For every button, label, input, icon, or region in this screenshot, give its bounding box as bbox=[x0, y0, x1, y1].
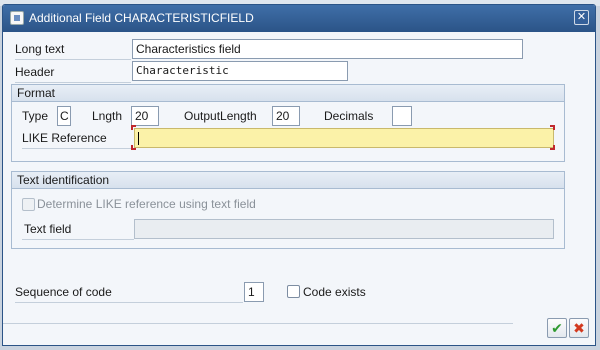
required-marker bbox=[550, 125, 555, 130]
decimals-input[interactable] bbox=[392, 106, 412, 126]
type-input[interactable]: C bbox=[57, 106, 71, 126]
determine-like-label: Determine LIKE reference using text fiel… bbox=[37, 197, 256, 211]
checkmark-icon[interactable]: ✔ bbox=[547, 318, 567, 338]
determine-like-checkbox[interactable] bbox=[22, 198, 35, 211]
header-label: Header bbox=[15, 65, 55, 79]
like-reference-input[interactable] bbox=[134, 128, 554, 148]
footer-separator bbox=[3, 323, 513, 324]
text-identification-group: Text identification Determine LIKE refer… bbox=[11, 171, 565, 249]
type-label: Type bbox=[22, 109, 49, 123]
text-identification-header: Text identification bbox=[12, 172, 564, 189]
text-identification-title: Text identification bbox=[17, 173, 110, 187]
additional-field-dialog: Additional Field CHARACTERISTICFIELD ✕ L… bbox=[2, 4, 596, 346]
like-reference-underline bbox=[22, 148, 134, 149]
code-exists-label: Code exists bbox=[303, 285, 366, 299]
decimals-label: Decimals bbox=[324, 109, 374, 123]
text-field-label: Text field bbox=[24, 222, 72, 236]
long-text-underline bbox=[15, 59, 131, 60]
header-underline bbox=[15, 82, 131, 83]
window-icon bbox=[10, 11, 24, 25]
length-input[interactable]: 20 bbox=[131, 106, 159, 126]
required-marker bbox=[131, 125, 136, 130]
text-field-input[interactable] bbox=[134, 219, 554, 239]
output-length-label: OutputLength bbox=[184, 109, 257, 123]
output-length-input[interactable]: 20 bbox=[272, 106, 300, 126]
dialog-title: Additional Field CHARACTERISTICFIELD bbox=[29, 11, 254, 25]
length-label: Lngth bbox=[92, 109, 123, 123]
long-text-label: Long text bbox=[15, 42, 65, 56]
format-group-title: Format bbox=[17, 86, 56, 100]
header-input[interactable]: Characteristic bbox=[132, 61, 348, 81]
code-exists-checkbox[interactable] bbox=[287, 285, 300, 298]
text-field-underline bbox=[22, 239, 134, 240]
sequence-of-code-label: Sequence of code bbox=[15, 285, 112, 299]
long-text-input[interactable]: Characteristics field bbox=[132, 39, 523, 59]
like-reference-label: LIKE Reference bbox=[22, 131, 107, 145]
required-marker bbox=[131, 145, 136, 150]
close-icon[interactable]: ✕ bbox=[574, 10, 589, 25]
sequence-underline bbox=[15, 302, 243, 303]
cancel-x-icon[interactable]: ✖ bbox=[569, 318, 589, 338]
sequence-of-code-input[interactable]: 1 bbox=[244, 282, 264, 302]
required-marker bbox=[550, 145, 555, 150]
format-group-header: Format bbox=[12, 85, 564, 102]
dialog-titlebar: Additional Field CHARACTERISTICFIELD ✕ bbox=[3, 5, 595, 32]
format-group: Format Type C Lngth 20 OutputLength 20 D… bbox=[11, 84, 565, 162]
text-cursor bbox=[138, 132, 139, 145]
